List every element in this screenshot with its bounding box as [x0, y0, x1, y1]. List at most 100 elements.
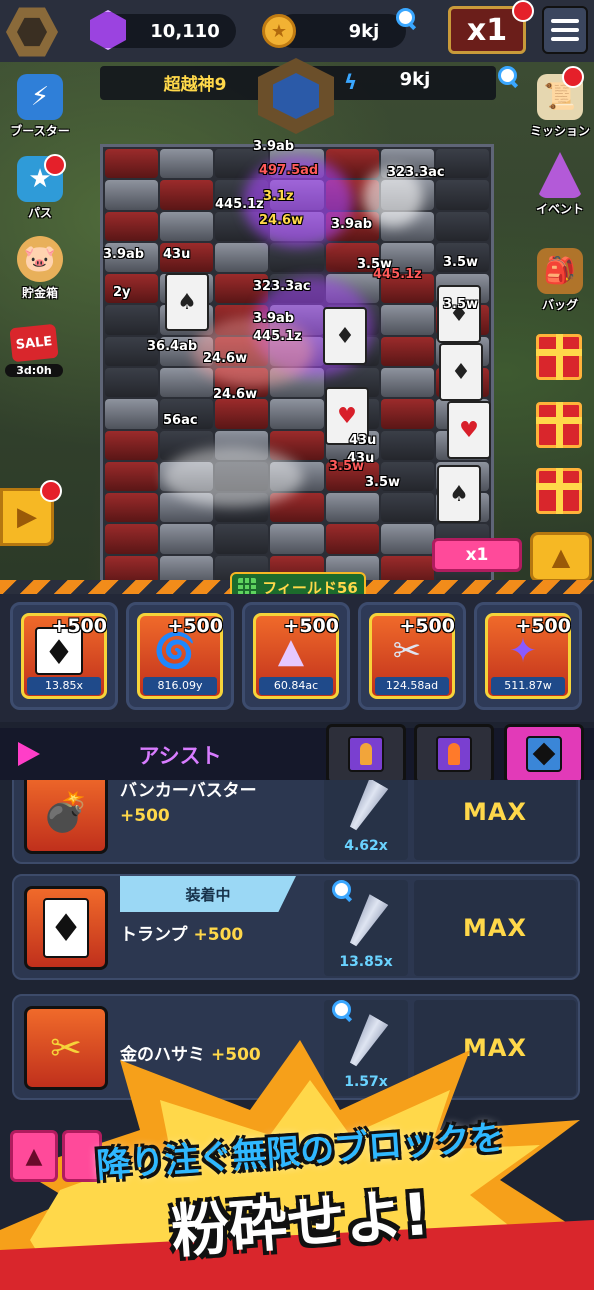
menu-bar-icon [551, 37, 579, 41]
tab-icon-frame [348, 736, 384, 772]
booster-menu[interactable]: ⚡ ブースター [0, 74, 80, 139]
slot-multiplier: 124.58ad [375, 677, 449, 695]
coin-count: 9kj [348, 20, 380, 42]
stage-magnifier-icon[interactable] [498, 66, 518, 86]
block [215, 524, 269, 554]
speed-label: x1 [466, 12, 508, 48]
block [105, 399, 159, 429]
event-menu[interactable]: イベント [520, 152, 594, 217]
piggy-bank-label: 貯金箱 [21, 286, 58, 300]
coin-magnifier-icon[interactable] [396, 8, 416, 28]
triangle-up-icon: ▲ [25, 1143, 43, 1169]
damage-number: 3.9ab [253, 311, 295, 326]
drill-icon [337, 780, 394, 838]
menu-button[interactable] [542, 6, 588, 54]
list-item[interactable]: ♦ 装着中 トランプ +500 13.85x MAX [12, 874, 580, 980]
lightning-icon: ϟ [344, 70, 358, 94]
damage-number: 36.4ab [147, 339, 198, 354]
damage-number: 56ac [163, 413, 198, 428]
weapon-slot-prism[interactable]: ▲ +500 60.84ac [242, 602, 350, 710]
weapon-slot-scissors[interactable]: ✂ +500 124.58ad [358, 602, 466, 710]
item-name: バンカーバスター [120, 781, 257, 801]
block [160, 180, 214, 210]
slot-multiplier: 60.84ac [259, 677, 333, 695]
drill-value: 4.62x [344, 838, 388, 854]
damage-number: 2y [113, 285, 131, 300]
piggy-bank-menu[interactable]: 🐷 貯金箱 [0, 236, 80, 301]
block [380, 399, 434, 429]
spade-card: ♠ [165, 273, 209, 331]
block [215, 242, 269, 273]
block [105, 368, 159, 398]
slot-bonus: +500 [515, 615, 571, 637]
gem-count: 10,110 [150, 20, 220, 42]
white-burst [163, 447, 303, 507]
drill-upgrade[interactable]: 4.62x [324, 780, 408, 860]
block [435, 180, 489, 210]
bag-menu[interactable]: 🎒 バッグ [520, 248, 594, 313]
party-hat-icon [537, 152, 583, 198]
booster-icon: ⚡ [17, 74, 63, 120]
block [105, 305, 159, 335]
damage-number: 3.5w [329, 459, 365, 474]
block [160, 211, 214, 241]
pass-label: パス [27, 206, 52, 220]
sale-badge: SALE [9, 323, 59, 363]
max-button[interactable]: MAX [414, 880, 576, 976]
weapon-slot-tornado[interactable]: 🌀 +500 816.09y [126, 602, 234, 710]
damage-number: 3.1z [263, 189, 294, 204]
pink-up-button[interactable]: ▲ [10, 1130, 58, 1182]
max-button[interactable]: MAX [414, 780, 576, 860]
play-icon: ▶ [17, 502, 37, 532]
profile-hex-button[interactable] [6, 7, 58, 57]
game-field[interactable]: 超越神9 ϟ 9kj ♠ ♦ ♥ ♦ ♦ ♥ ♠ 3.9ab 497.5ad 3.1… [0, 58, 594, 590]
expand-up-button[interactable]: ▲ [530, 532, 592, 582]
weapon-slot-card[interactable]: ♦ +500 13.85x [10, 602, 118, 710]
damage-number: 43u [349, 433, 377, 448]
block [325, 524, 379, 554]
backpack-icon: 🎒 [537, 248, 583, 294]
booster-label: ブースター [10, 124, 70, 138]
gift-box-icon[interactable] [536, 334, 582, 380]
block-grid[interactable]: ♠ ♦ ♥ ♦ ♦ ♥ ♠ 3.9ab 497.5ad 3.1z 24.6w 445.1… [100, 139, 494, 590]
pass-menu[interactable]: ★ パス [0, 156, 80, 221]
tab-icon-frame [436, 736, 472, 772]
block [270, 399, 324, 429]
tab-assist[interactable] [504, 724, 584, 784]
block [105, 493, 159, 523]
diamond-card: ♦ [437, 285, 481, 343]
mission-label: ミッション [529, 124, 590, 138]
gift-box-icon[interactable] [536, 468, 582, 514]
diamond-icon [532, 742, 556, 766]
damage-number: 445.1z [215, 197, 264, 212]
list-item[interactable]: 💣 バンカーバスター +500 4.62x MAX [12, 780, 580, 864]
speed-notification-dot [512, 0, 534, 22]
block [105, 211, 159, 241]
block [380, 305, 434, 335]
tab-bullet-fire[interactable] [414, 724, 494, 784]
damage-number: 3.9ab [103, 247, 145, 262]
mission-notification-dot [562, 66, 584, 88]
tab-icon-frame [526, 736, 562, 772]
item-plus: +500 [120, 806, 170, 826]
multiplier-label: x1 [465, 545, 489, 565]
block [380, 336, 434, 366]
multiplier-button[interactable]: x1 [432, 538, 522, 572]
mission-menu[interactable]: 📜 ミッション [520, 74, 594, 139]
block [105, 430, 159, 460]
item-plus: +500 [193, 925, 244, 945]
block [270, 242, 324, 273]
damage-number: 43u [163, 247, 191, 262]
weapon-slot-spinner[interactable]: ✦ +500 511.87w [474, 602, 582, 710]
tab-bullet-basic[interactable] [326, 724, 406, 784]
hex-icon [17, 17, 47, 47]
sale-timer: 3d:0h [5, 364, 63, 377]
item-name-row: トランプ +500 [120, 920, 243, 945]
slot-bonus: +500 [167, 615, 223, 637]
piggy-bank-icon: 🐷 [17, 236, 63, 282]
sale-menu[interactable]: SALE 3d:0h [0, 323, 74, 377]
gift-box-icon[interactable] [536, 402, 582, 448]
drill-magnifier-icon[interactable] [332, 1000, 352, 1020]
slot-bonus: +500 [51, 615, 107, 637]
drill-magnifier-icon[interactable] [332, 880, 352, 900]
